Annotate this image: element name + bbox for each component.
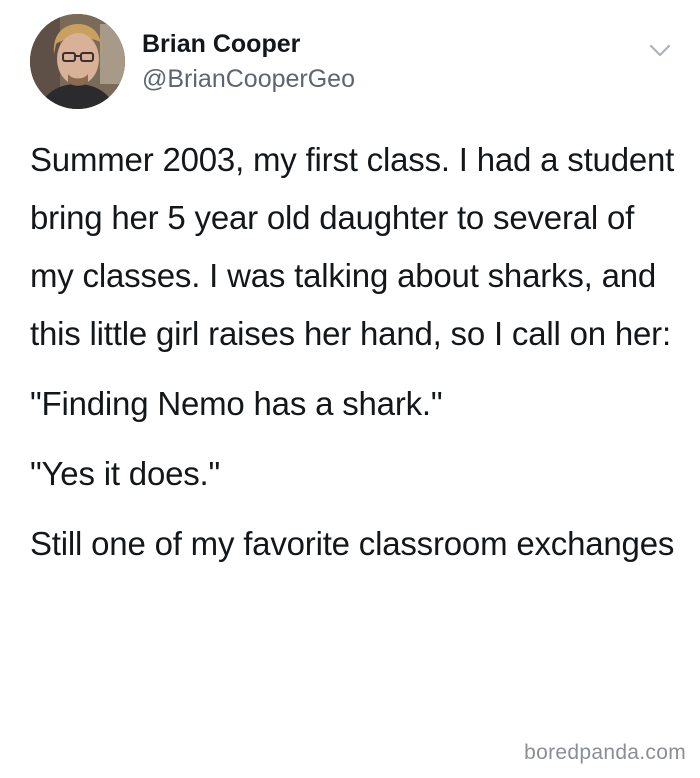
tweet-paragraph: "Finding Nemo has a shark.": [30, 385, 443, 422]
profile-photo-icon: [30, 14, 125, 109]
tweet-paragraph: Summer 2003, my first class. I had a stu…: [30, 141, 675, 352]
tweet-paragraph: "Yes it does.": [30, 455, 221, 492]
author-name[interactable]: Brian Cooper: [142, 30, 300, 59]
tweet-text: Summer 2003, my first class. I had a stu…: [30, 131, 680, 573]
avatar[interactable]: [30, 14, 125, 109]
tweet-card: Brian Cooper @BrianCooperGeo Summer 2003…: [0, 0, 700, 778]
tweet-paragraph: Still one of my favorite classroom excha…: [30, 525, 675, 562]
author-handle[interactable]: @BrianCooperGeo: [142, 65, 355, 94]
tweet-header: Brian Cooper @BrianCooperGeo: [30, 14, 673, 110]
watermark: boredpanda.com: [524, 741, 686, 764]
chevron-down-icon[interactable]: [647, 40, 673, 60]
